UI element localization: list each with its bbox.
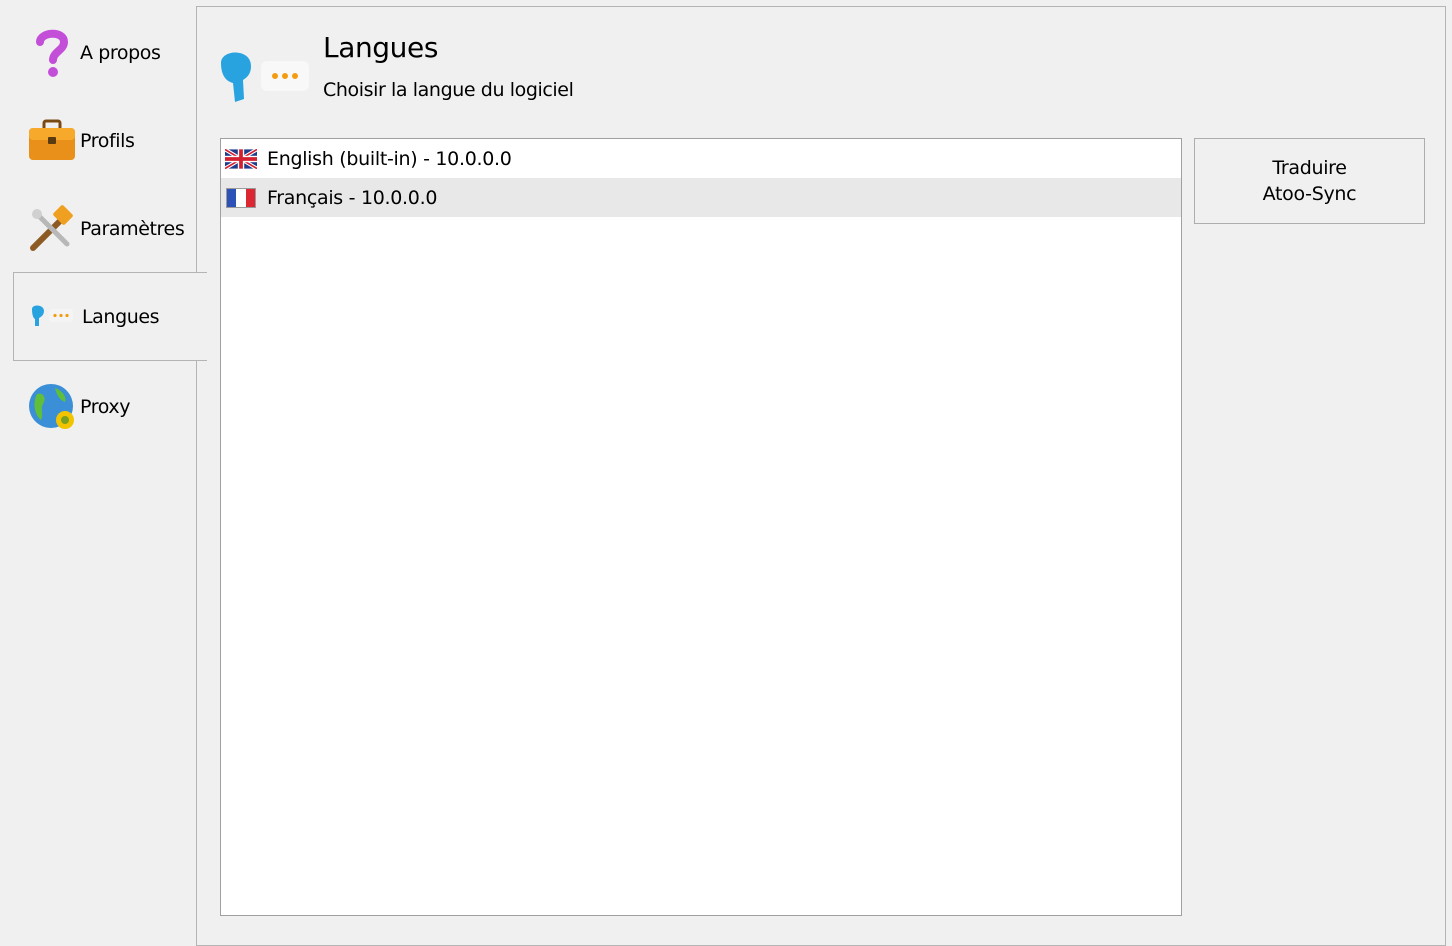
sidebar: A propos Profils Paramètres Langues Prox… [10,8,207,928]
speech-icon [217,49,317,109]
sidebar-item-parametres[interactable]: Paramètres [10,184,197,273]
sidebar-item-label: Proxy [80,395,131,418]
globe-gear-icon [27,382,77,432]
page-title: Langues [323,31,439,64]
translate-button-line-1: Traduire [1272,157,1347,179]
question-icon [27,28,77,78]
page-subtitle: Choisir la langue du logiciel [323,79,574,101]
languages-panel: Langues Choisir la langue du logiciel En… [196,6,1446,946]
sidebar-item-label: A propos [80,41,161,64]
speech-icon [28,292,78,342]
translate-atoo-sync-button[interactable]: Traduire Atoo-Sync [1194,138,1425,224]
language-label: English (built-in) - 10.0.0.0 [267,147,512,170]
sidebar-item-label: Profils [80,129,135,152]
sidebar-item-label: Langues [82,305,160,328]
sidebar-item-a-propos[interactable]: A propos [10,8,197,97]
tools-icon [27,204,77,254]
language-list[interactable]: English (built-in) - 10.0.0.0 Français -… [220,138,1182,916]
translate-button-line-2: Atoo-Sync [1262,183,1357,205]
list-item-francais[interactable]: Français - 10.0.0.0 [221,178,1181,217]
language-label: Français - 10.0.0.0 [267,186,438,209]
briefcase-icon [27,116,77,166]
sidebar-item-proxy[interactable]: Proxy [10,362,197,451]
sidebar-item-langues[interactable]: Langues [13,272,207,361]
sidebar-item-profils[interactable]: Profils [10,96,197,185]
list-item-english[interactable]: English (built-in) - 10.0.0.0 [221,139,1181,178]
uk-flag-icon [224,147,258,170]
france-flag-icon [225,187,257,208]
sidebar-item-label: Paramètres [80,217,185,240]
